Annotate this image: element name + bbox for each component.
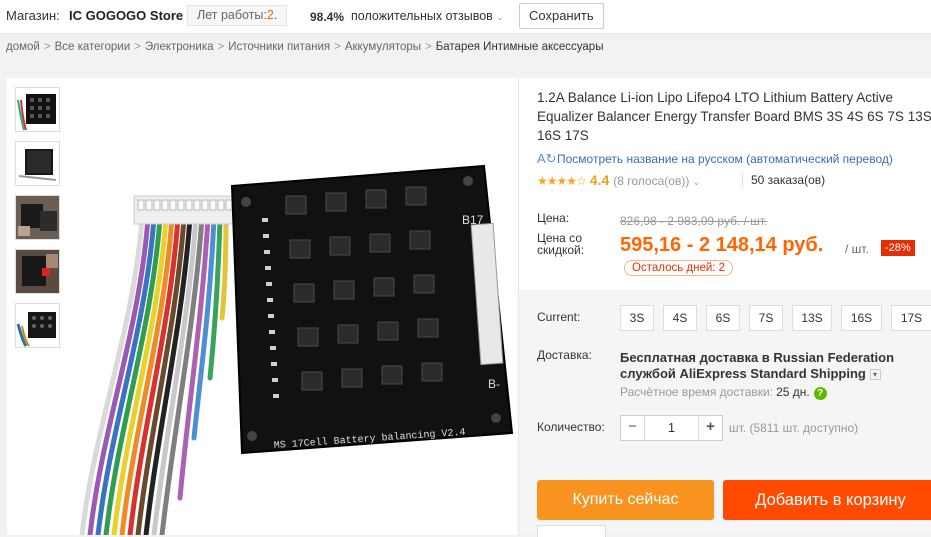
quantity-decrease-button[interactable]: −	[621, 416, 645, 440]
shipping-method[interactable]: Бесплатная доставка в Russian Federation…	[620, 350, 930, 382]
thumbnail-1[interactable]	[15, 87, 60, 132]
battery-balancer-board-image: MS 17Cell Battery balancing V2.4 B17 B-	[64, 78, 518, 535]
positive-feedback-percent: 98.4%	[310, 10, 345, 24]
product-panel: MS 17Cell Battery balancing V2.4 B17 B- …	[7, 78, 931, 537]
thumbnail-4[interactable]	[15, 249, 60, 294]
delivery-time: Расчётное время доставки: 25 дн.?	[620, 385, 827, 400]
positive-feedback-label: положительных отзывов	[351, 9, 493, 23]
store-years-label: Лет работы:	[197, 8, 267, 22]
translate-title-link[interactable]: A↻Посмотреть название на русском (автома…	[537, 151, 893, 167]
store-years-badge: Лет работы:2.	[187, 5, 288, 26]
option-13s[interactable]: 13S	[792, 305, 832, 331]
option-label: Current:	[537, 310, 581, 324]
store-years-suffix: .	[273, 8, 278, 22]
thumbnail-5[interactable]	[15, 303, 60, 348]
shipping-method-text: Бесплатная доставка в Russian Federation…	[620, 350, 895, 381]
board-label-bminus: B-	[488, 377, 500, 391]
price-unit: / шт.	[845, 242, 869, 256]
main-product-image[interactable]: MS 17Cell Battery balancing V2.4 B17 B-	[64, 78, 518, 535]
breadcrumb-current[interactable]: Батарея Интимные аксессуары	[436, 41, 604, 53]
quantity-input[interactable]: 1	[645, 416, 698, 440]
breadcrumb-power-sources[interactable]: Источники питания	[228, 41, 330, 53]
buy-now-button[interactable]: Купить сейчас	[537, 480, 714, 520]
option-7s[interactable]: 7S	[749, 305, 783, 331]
chevron-down-icon: ⌄	[496, 12, 504, 22]
store-years-value: 2	[266, 8, 274, 22]
quantity-label: Количество:	[537, 420, 605, 434]
product-rating[interactable]: ★★★★☆ 4.4 (8 голоса(ов)) ⌄	[537, 172, 700, 188]
option-4s[interactable]: 4S	[663, 305, 697, 331]
original-price: 826,98 - 2 983,09 руб. / шт.	[620, 214, 768, 228]
discount-badge: -28%	[881, 240, 915, 256]
discount-price: 595,16 - 2 148,14 руб.	[620, 234, 824, 256]
breadcrumb-all-categories[interactable]: Все категории	[55, 41, 131, 53]
delivery-time-label: Расчётное время доставки:	[620, 385, 774, 399]
breadcrumb: домой > Все категории > Электроника > Источник…	[6, 41, 603, 53]
days-left-badge: Осталось дней: 2	[624, 260, 734, 276]
help-icon[interactable]: ?	[813, 387, 827, 400]
discount-price-label: Цена со скидкой:	[537, 231, 585, 257]
delivery-time-value: 25 дн.	[776, 385, 810, 399]
add-to-cart-button[interactable]: Добавить в корзину	[723, 480, 931, 520]
breadcrumb-separator: >	[134, 41, 141, 53]
price-label: Цена:	[537, 211, 570, 225]
store-bar: Магазин: IC GOGOGO Store Лет работы:2. 9…	[0, 0, 931, 34]
breadcrumb-separator: >	[425, 41, 432, 53]
wishlist-button[interactable]	[537, 525, 606, 537]
quantity-available: шт. (5811 шт. доступно)	[729, 421, 859, 435]
orders-count: 50 заказа(ов)	[742, 173, 825, 187]
breadcrumb-batteries[interactable]: Аккумуляторы	[345, 41, 421, 53]
breadcrumb-separator: >	[334, 41, 341, 53]
quantity-stepper: − 1 +	[620, 415, 723, 441]
rating-stars-icon: ★★★★☆	[537, 174, 587, 188]
chevron-down-icon: ⌄	[692, 177, 701, 187]
chevron-down-icon[interactable]: ▾	[869, 369, 881, 381]
positive-feedback-dropdown[interactable]: положительных отзывов ⌄	[351, 9, 504, 23]
thumbnail-list	[15, 87, 60, 357]
breadcrumb-home[interactable]: домой	[6, 41, 40, 53]
store-label: Магазин:	[6, 8, 60, 23]
product-title: 1.2A Balance Li-ion Lipo Lifepo4 LTO Lit…	[537, 90, 931, 143]
save-store-button[interactable]: Сохранить	[519, 3, 604, 29]
breadcrumb-electronics[interactable]: Электроника	[145, 41, 214, 53]
rating-votes: (8 голоса(ов))	[613, 174, 690, 188]
breadcrumb-separator: >	[43, 41, 51, 53]
option-17s[interactable]: 17S	[891, 305, 931, 331]
option-6s[interactable]: 6S	[706, 305, 740, 331]
store-name-link[interactable]: IC GOGOGO Store	[69, 8, 183, 23]
option-3s[interactable]: 3S	[620, 305, 654, 331]
thumbnail-2[interactable]	[15, 141, 60, 186]
breadcrumb-separator: >	[217, 41, 225, 53]
board-label-b17: B17	[462, 213, 484, 227]
rating-score: 4.4	[589, 172, 610, 188]
thumbnail-3[interactable]	[15, 195, 60, 240]
translate-title-label: Посмотреть название на русском (автомати…	[557, 152, 893, 166]
shipping-label: Доставка:	[537, 348, 592, 362]
quantity-increase-button[interactable]: +	[698, 416, 722, 440]
translate-icon: A↻	[537, 151, 557, 166]
option-16s[interactable]: 16S	[841, 305, 882, 331]
